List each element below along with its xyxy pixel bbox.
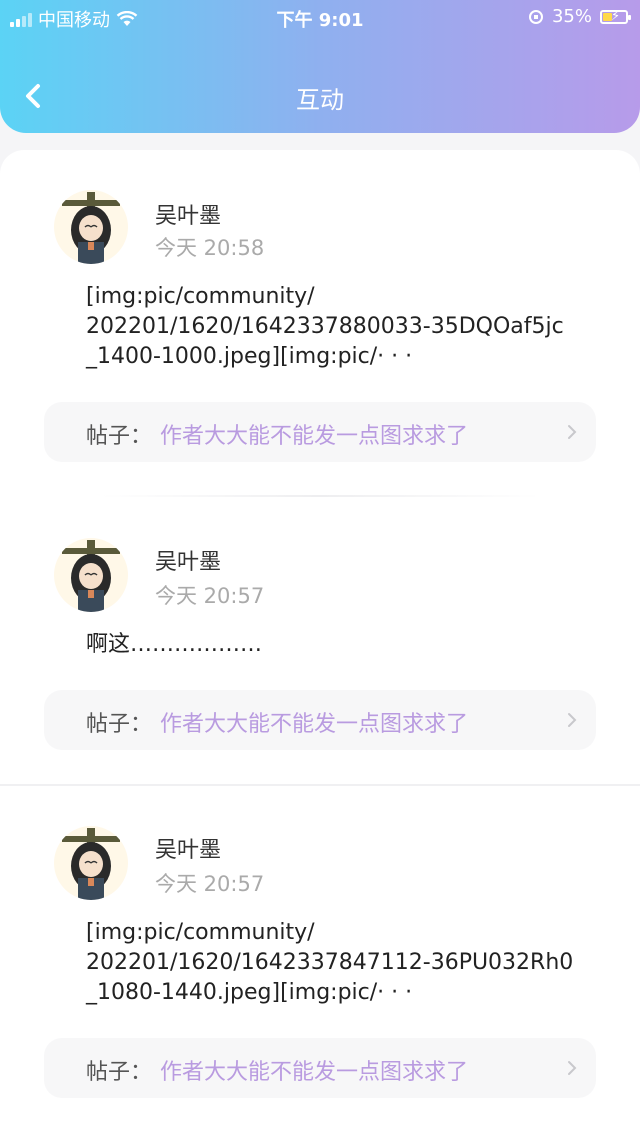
post-link[interactable]: 帖子： 作者大大能不能发一点图求求了 xyxy=(44,690,596,750)
timestamp: 今天 20:57 xyxy=(155,872,265,896)
header-bar: 中国移动 下午 9:01 35% ⚡ 互动 xyxy=(0,0,640,133)
post-link[interactable]: 帖子： 作者大大能不能发一点图求求了 xyxy=(44,402,596,462)
item-divider xyxy=(0,784,640,786)
item-divider xyxy=(100,495,540,497)
avatar[interactable] xyxy=(54,190,128,264)
post-prefix: 帖子： xyxy=(86,424,153,449)
avatar[interactable] xyxy=(54,538,128,612)
orientation-lock-icon xyxy=(528,9,543,24)
post-prefix: 帖子： xyxy=(86,712,153,737)
status-bar: 中国移动 下午 9:01 35% ⚡ xyxy=(0,0,640,34)
username: 吴叶墨 xyxy=(155,204,222,229)
interaction-list[interactable]: 吴叶墨 今天 20:58 [img:pic/community/ 202201/… xyxy=(0,150,640,1138)
post-title: 作者大大能不能发一点图求求了 xyxy=(160,712,469,737)
comment-content: 啊这……………… xyxy=(86,632,263,657)
avatar[interactable] xyxy=(54,826,128,900)
post-prefix: 帖子： xyxy=(86,1060,153,1085)
comment-content: [img:pic/community/ 202201/1620/16423378… xyxy=(86,284,564,369)
page-title: 互动 xyxy=(296,86,344,114)
username: 吴叶墨 xyxy=(155,550,222,575)
avatar-image xyxy=(62,828,120,900)
avatar-image xyxy=(62,192,120,264)
post-link[interactable]: 帖子： 作者大大能不能发一点图求求了 xyxy=(44,1038,596,1098)
timestamp: 今天 20:58 xyxy=(155,236,265,260)
username: 吴叶墨 xyxy=(155,838,222,863)
battery-percent: 35% xyxy=(551,6,592,27)
chevron-right-icon xyxy=(568,713,577,727)
avatar-image xyxy=(62,540,120,612)
timestamp: 今天 20:57 xyxy=(155,584,265,608)
post-title: 作者大大能不能发一点图求求了 xyxy=(160,1060,469,1085)
comment-content: [img:pic/community/ 202201/1620/16423378… xyxy=(86,920,574,1005)
battery-icon: ⚡ xyxy=(600,9,631,24)
chevron-right-icon xyxy=(568,1061,577,1075)
post-title: 作者大大能不能发一点图求求了 xyxy=(160,424,469,449)
chevron-right-icon xyxy=(568,425,577,439)
